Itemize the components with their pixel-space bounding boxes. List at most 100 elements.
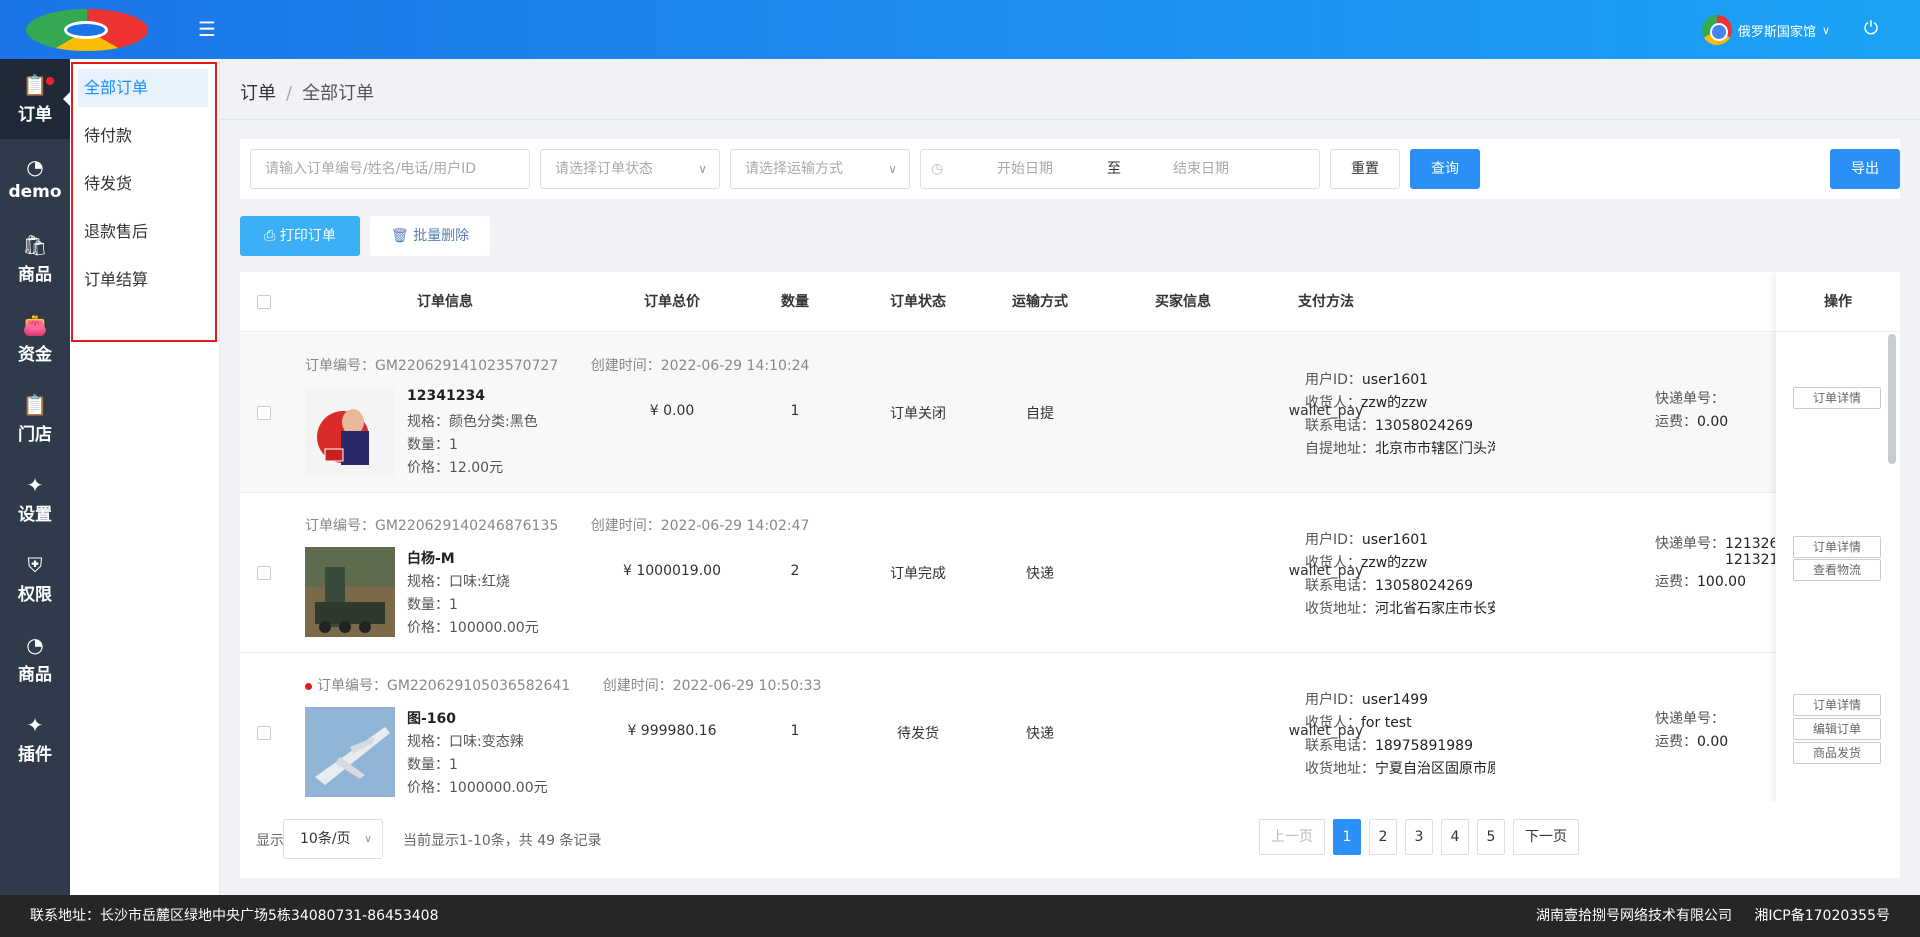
- sidebar-item-orders[interactable]: 📋 订单: [0, 59, 70, 139]
- shipping-method: 快递: [1026, 726, 1054, 742]
- clipboard-icon: 📋: [22, 392, 48, 417]
- order-detail-button[interactable]: 订单详情: [1793, 387, 1881, 409]
- payment-method: wallet_pay: [1288, 563, 1364, 579]
- next-page-button[interactable]: 下一页: [1513, 819, 1579, 855]
- product-title[interactable]: 白杨-M: [407, 548, 455, 568]
- order-status: 订单关闭: [890, 406, 946, 422]
- order-total: ¥ 999980.16: [627, 723, 717, 739]
- sidebar-item-label: 插件: [18, 744, 52, 765]
- date-range-picker[interactable]: ◷ 开始日期 至 结束日期: [920, 149, 1320, 189]
- footer: 联系地址：长沙市岳麓区绿地中央广场5栋34080731-86453408 湖南壹…: [0, 895, 1920, 937]
- product-qty: 数量：1: [407, 757, 458, 773]
- pie-chart-icon: ◔: [26, 155, 44, 179]
- vertical-scrollbar[interactable]: [1888, 334, 1896, 464]
- order-status-select[interactable]: 请选择订单状态 ∨: [540, 149, 720, 189]
- payment-method: wallet_pay: [1288, 723, 1364, 739]
- keyword-search-input[interactable]: 请输入订单编号/姓名/电话/用户ID: [250, 149, 530, 189]
- wallet-icon: 👛: [22, 312, 48, 337]
- power-icon[interactable]: ⏻: [1860, 18, 1882, 40]
- order-status: 订单完成: [890, 566, 946, 582]
- page-size-select[interactable]: 10条/页 ∨: [283, 819, 383, 859]
- product-price: 价格：12.00元: [407, 460, 504, 476]
- order-detail-button[interactable]: 订单详情: [1793, 536, 1881, 558]
- prev-page-button[interactable]: 上一页: [1259, 819, 1325, 855]
- product-thumbnail[interactable]: [305, 707, 395, 797]
- breadcrumb-root[interactable]: 订单: [240, 83, 276, 104]
- sidebar-item-funds[interactable]: 👛 资金: [0, 299, 70, 379]
- sidebar-item-label: demo: [8, 182, 62, 202]
- buyer-address: 自提地址：北京市市辖区门头沟: [1305, 441, 1495, 457]
- col-shipping: 运输方式: [1012, 294, 1068, 310]
- buyer-user-id: 用户ID：user1601: [1305, 532, 1429, 548]
- table-row: 订单编号：GM220629105036582641 创建时间：2022-06-2…: [240, 653, 1900, 802]
- product-spec: 规格：口味:红烧: [407, 574, 510, 590]
- sidebar-item-stores[interactable]: 📋 门店: [0, 379, 70, 459]
- export-button[interactable]: 导出: [1830, 149, 1900, 189]
- submenu-pending-payment[interactable]: 待付款: [78, 117, 208, 155]
- created-time: 2022-06-29 10:50:33: [672, 678, 822, 694]
- sidebar-item-demo[interactable]: ◔ demo: [0, 139, 70, 219]
- product-thumbnail[interactable]: [305, 547, 395, 637]
- col-buyer: 买家信息: [1155, 294, 1211, 310]
- sidebar-item-permissions[interactable]: ⛨ 权限: [0, 539, 70, 619]
- buyer-address: 收货地址：河北省石家庄市长安: [1305, 601, 1495, 617]
- submenu-refunds[interactable]: 退款售后: [78, 213, 208, 251]
- order-no-label: 订单编号：: [317, 678, 387, 694]
- sidebar-item-goods-2[interactable]: ◔ 商品: [0, 619, 70, 699]
- submenu-all-orders[interactable]: 全部订单: [78, 69, 208, 107]
- shield-icon: ⛨: [27, 552, 43, 577]
- row-checkbox[interactable]: [257, 406, 271, 420]
- edit-order-button[interactable]: 编辑订单: [1793, 718, 1881, 740]
- footer-address: 联系地址：长沙市岳麓区绿地中央广场5栋34080731-86453408: [30, 908, 439, 924]
- buyer-user-id: 用户ID：user1601: [1305, 372, 1429, 388]
- orders-table: 订单信息 订单总价 数量 订单状态 运输方式 买家信息 支付方法 订单编号：GM…: [240, 272, 1900, 802]
- col-payment: 支付方法: [1298, 294, 1354, 310]
- clock-icon: ◷: [931, 161, 944, 177]
- ship-goods-button[interactable]: 商品发货: [1793, 742, 1881, 764]
- batch-delete-button[interactable]: 🗑 批量删除: [370, 216, 490, 256]
- chevron-down-icon: ∨: [1821, 23, 1830, 37]
- sidebar-item-label: 门店: [18, 424, 52, 445]
- printer-icon: ⎙: [264, 228, 276, 244]
- page-1-button[interactable]: 1: [1333, 819, 1361, 855]
- sidebar-item-label: 资金: [18, 344, 52, 365]
- footer-icp[interactable]: 湘ICP备17020355号: [1754, 895, 1890, 937]
- print-orders-button[interactable]: ⎙ 打印订单: [240, 216, 360, 256]
- reset-button[interactable]: 重置: [1330, 149, 1400, 189]
- shipping-method-select[interactable]: 请选择运输方式 ∨: [730, 149, 910, 189]
- sub-menu: 全部订单 待付款 待发货 退款售后 订单结算: [70, 59, 220, 895]
- select-all-checkbox[interactable]: [257, 295, 271, 309]
- col-order-info: 订单信息: [417, 294, 473, 310]
- table-header: 订单信息 订单总价 数量 订单状态 运输方式 买家信息 支付方法: [240, 272, 1900, 332]
- chevron-down-icon: ∨: [698, 162, 707, 176]
- user-menu[interactable]: 俄罗斯国家馆 ∨: [1701, 14, 1830, 46]
- row-checkbox[interactable]: [257, 726, 271, 740]
- page-5-button[interactable]: 5: [1477, 819, 1505, 855]
- sidebar-item-label: 商品: [18, 664, 52, 685]
- main-sidebar: 📋 订单 ◔ demo 🛍 商品 👛 资金 📋 门店 ✦ 设置 ⛨ 权限 ◔ 商…: [0, 59, 70, 895]
- row-checkbox[interactable]: [257, 566, 271, 580]
- tracking-no: 快递单号：: [1655, 711, 1725, 727]
- sidebar-item-goods[interactable]: 🛍 商品: [0, 219, 70, 299]
- sidebar-item-label: 订单: [18, 104, 52, 125]
- product-title[interactable]: 图-160: [407, 708, 456, 728]
- sidebar-item-settings[interactable]: ✦ 设置: [0, 459, 70, 539]
- sidebar-item-plugins[interactable]: ✦ 插件: [0, 699, 70, 779]
- hamburger-menu-icon[interactable]: ☰: [198, 19, 218, 39]
- order-count: 2: [790, 563, 800, 579]
- end-date-input[interactable]: 结束日期: [1173, 150, 1229, 188]
- order-detail-button[interactable]: 订单详情: [1793, 694, 1881, 716]
- page-3-button[interactable]: 3: [1405, 819, 1433, 855]
- page-2-button[interactable]: 2: [1369, 819, 1397, 855]
- order-status: 待发货: [897, 726, 939, 742]
- product-title[interactable]: 12341234: [407, 388, 485, 404]
- breadcrumb-current: 全部订单: [302, 83, 375, 104]
- product-thumbnail[interactable]: [305, 387, 395, 477]
- submenu-pending-shipment[interactable]: 待发货: [78, 165, 208, 203]
- page-4-button[interactable]: 4: [1441, 819, 1469, 855]
- view-logistics-button[interactable]: 查看物流: [1793, 559, 1881, 581]
- product-price: 价格：1000000.00元: [407, 780, 548, 796]
- submenu-settlement[interactable]: 订单结算: [78, 261, 208, 299]
- query-button[interactable]: 查询: [1410, 149, 1480, 189]
- start-date-input[interactable]: 开始日期: [997, 150, 1053, 188]
